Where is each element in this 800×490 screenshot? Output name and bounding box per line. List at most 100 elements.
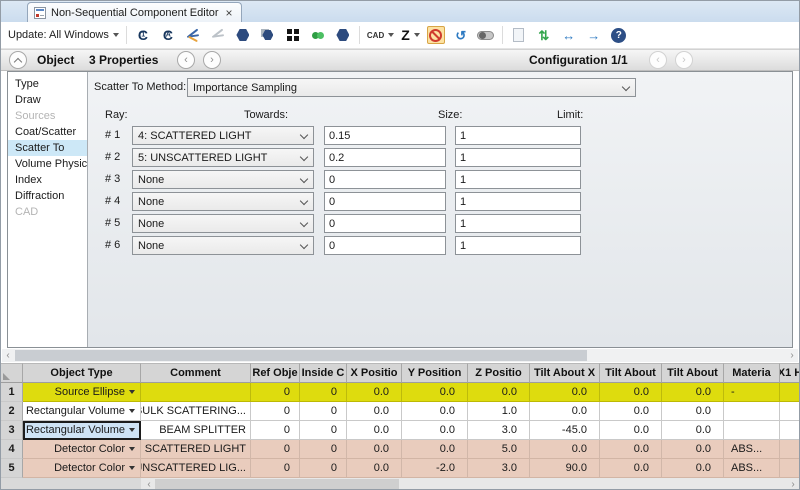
cell[interactable]: BULK SCATTERING... [141, 402, 251, 421]
collapse-properties-button[interactable] [9, 51, 27, 69]
trace-rays-icon[interactable] [184, 26, 202, 44]
cell[interactable]: 0.0 [468, 383, 530, 402]
cad-menu[interactable]: CAD [367, 31, 394, 40]
update-all-icon[interactable]: CA [159, 26, 177, 44]
cell[interactable]: 0 [300, 459, 347, 478]
scroll-left-icon[interactable]: ‹ [143, 478, 155, 490]
cell[interactable]: 5.0 [468, 440, 530, 459]
ray-size-input[interactable] [324, 192, 446, 211]
cell[interactable] [780, 383, 800, 402]
cell[interactable]: 0.0 [600, 383, 662, 402]
cell[interactable]: 0.0 [347, 383, 402, 402]
help-icon[interactable]: ? [610, 26, 628, 44]
ray-size-input[interactable] [324, 148, 446, 167]
cell[interactable]: 3.0 [468, 421, 530, 440]
right-arrow-icon[interactable]: → [585, 26, 603, 44]
object-type-cell[interactable]: Source Ellipse [23, 383, 141, 402]
scroll-thumb[interactable] [155, 479, 399, 489]
cell[interactable]: 0.0 [600, 421, 662, 440]
tab-close-icon[interactable]: × [226, 6, 233, 20]
toggle-switch-icon[interactable] [477, 26, 495, 44]
ray-towards-select[interactable]: 4: SCATTERED LIGHT [132, 126, 314, 145]
cell[interactable]: ABS... [724, 440, 780, 459]
cell[interactable] [780, 440, 800, 459]
object-type-cell[interactable]: Detector Color [23, 459, 141, 478]
object-type-cell[interactable]: Rectangular Volume [23, 421, 141, 440]
scroll-right-icon[interactable]: › [787, 478, 799, 490]
cell[interactable]: 0.0 [662, 421, 724, 440]
cell[interactable]: 0.0 [347, 459, 402, 478]
update-mode-dropdown[interactable]: Update: All Windows [8, 29, 119, 41]
select-all-corner[interactable] [1, 363, 23, 383]
object-type-cell[interactable]: Rectangular Volume [23, 402, 141, 421]
cell[interactable]: 0.0 [662, 383, 724, 402]
cell[interactable]: 0 [251, 383, 300, 402]
ray-database-icon[interactable] [309, 26, 327, 44]
ray-limit-input[interactable] [455, 236, 581, 255]
ray-towards-select[interactable]: None [132, 214, 314, 233]
scroll-left-icon[interactable]: ‹ [2, 349, 14, 362]
cell[interactable]: 0.0 [402, 402, 468, 421]
cell[interactable]: 0.0 [347, 421, 402, 440]
cell[interactable]: 0.0 [662, 402, 724, 421]
trace-rays-disabled-icon[interactable] [209, 26, 227, 44]
cell[interactable] [780, 459, 800, 478]
ray-limit-input[interactable] [455, 126, 581, 145]
prev-config-button[interactable]: ‹ [649, 51, 667, 69]
object-type-cell[interactable]: Detector Color [23, 440, 141, 459]
detector-viewer-icon[interactable] [284, 26, 302, 44]
ray-limit-input[interactable] [455, 170, 581, 189]
cell[interactable]: ABS... [724, 459, 780, 478]
table-h-scrollbar[interactable]: ‹ › [1, 478, 800, 490]
cell[interactable]: 0.0 [347, 402, 402, 421]
properties-h-scrollbar[interactable]: ‹ › [2, 349, 798, 362]
update-current-icon[interactable]: C1 [134, 26, 152, 44]
prev-object-button[interactable]: ‹ [177, 51, 195, 69]
cell[interactable]: - [724, 383, 780, 402]
z-menu[interactable]: Z [401, 28, 420, 42]
ray-size-input[interactable] [324, 214, 446, 233]
cell[interactable]: 0 [251, 421, 300, 440]
scroll-right-icon[interactable]: › [786, 349, 798, 362]
cell[interactable]: 0 [300, 402, 347, 421]
left-right-arrow-icon[interactable]: ↔ [560, 26, 578, 44]
next-object-button[interactable]: › [203, 51, 221, 69]
cell[interactable]: 0.0 [530, 383, 600, 402]
cell[interactable]: 0.0 [662, 459, 724, 478]
scroll-thumb[interactable] [15, 350, 587, 361]
cell[interactable]: 0.0 [530, 402, 600, 421]
cell[interactable]: BEAM SPLITTER [141, 421, 251, 440]
cell[interactable]: 0.0 [600, 402, 662, 421]
swap-objects-icon[interactable]: ⇅ [535, 26, 553, 44]
sidebar-item-type[interactable]: Type [8, 76, 87, 92]
cell[interactable]: 0.0 [600, 440, 662, 459]
cell[interactable]: 0.0 [402, 440, 468, 459]
cell[interactable]: 90.0 [530, 459, 600, 478]
scatter-method-select[interactable]: Importance Sampling [187, 78, 636, 97]
ray-size-input[interactable] [324, 126, 446, 145]
cell[interactable]: 0 [251, 402, 300, 421]
row-number[interactable]: 4 [1, 440, 23, 459]
ray-towards-select[interactable]: 5: UNSCATTERED LIGHT [132, 148, 314, 167]
row-number[interactable]: 5 [1, 459, 23, 478]
ray-limit-input[interactable] [455, 192, 581, 211]
cell[interactable]: 0.0 [662, 440, 724, 459]
cell[interactable]: -45.0 [530, 421, 600, 440]
ray-towards-select[interactable]: None [132, 236, 314, 255]
sidebar-item-draw[interactable]: Draw [8, 92, 87, 108]
cell[interactable] [780, 402, 800, 421]
cell[interactable]: -2.0 [402, 459, 468, 478]
ray-limit-input[interactable] [455, 148, 581, 167]
cell[interactable]: 0.0 [402, 383, 468, 402]
sidebar-item-sources[interactable]: Sources [8, 108, 87, 124]
cell[interactable]: SCATTERED LIGHT [141, 440, 251, 459]
object-viewer-icon[interactable] [259, 26, 277, 44]
tab-nsc-editor[interactable]: Non-Sequential Component Editor × [27, 2, 242, 22]
cell[interactable] [724, 421, 780, 440]
row-number[interactable]: 2 [1, 402, 23, 421]
cell[interactable]: 1.0 [468, 402, 530, 421]
nsc-shaded-icon[interactable] [334, 26, 352, 44]
cell[interactable]: 0 [251, 459, 300, 478]
cell[interactable]: 0 [300, 383, 347, 402]
ray-towards-select[interactable]: None [132, 192, 314, 211]
